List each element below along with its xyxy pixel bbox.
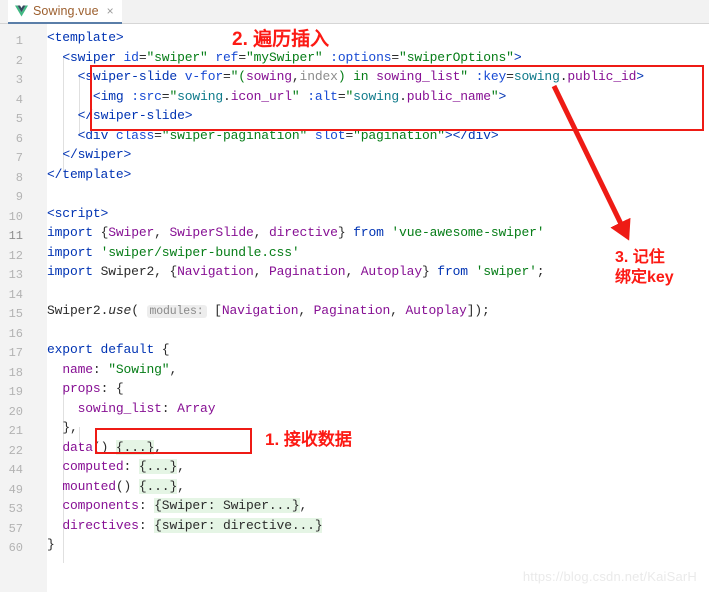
line-number: 15 <box>8 307 23 321</box>
annotation-1-label: 1. 接收数据 <box>265 430 352 449</box>
line-number: 13 <box>8 268 23 282</box>
line-number: 7 <box>15 151 23 165</box>
code-line-7: </swiper> <box>62 147 132 162</box>
editor-tab-bar: Sowing.vue × <box>0 0 709 24</box>
code-line-13: import Swiper2, {Navigation, Pagination,… <box>47 264 545 279</box>
code-line-3: <swiper-slide v-for="(sowing,index) in s… <box>77 69 644 84</box>
code-line-57: directives: {swiper: directive...} <box>62 517 323 533</box>
line-number: 12 <box>8 248 23 263</box>
line-number: 57 <box>8 521 23 536</box>
line-number: 10 <box>8 209 23 224</box>
tab-sowing-vue[interactable]: Sowing.vue × <box>8 0 122 24</box>
line-number: 16 <box>8 326 23 341</box>
vue-logo-icon <box>15 5 28 17</box>
code-line-17: export default { <box>47 342 170 357</box>
line-number: 3 <box>15 73 23 87</box>
line-number-current: 11 <box>8 229 23 243</box>
code-line-10: <script> <box>47 205 109 221</box>
code-line-21: }, <box>62 420 78 435</box>
annotation-2-label: 2. 遍历插入 <box>232 29 330 50</box>
line-number: 22 <box>8 443 23 458</box>
code-line-60: } <box>47 537 55 552</box>
code-line-49: mounted() {...}, <box>62 478 185 494</box>
code-line-8: </template> <box>47 166 132 182</box>
line-number: 53 <box>8 502 23 516</box>
code-line-20: sowing_list: Array <box>77 400 216 416</box>
line-number-gutter: 1 2 3 4 5 6 7 8 9 10 11 12 13 14 15 16 1… <box>0 24 28 592</box>
line-number: 6 <box>15 131 23 146</box>
code-line-12: import 'swiper/swiper-bundle.css' <box>47 244 300 260</box>
watermark-text: https://blog.csdn.net/KaiSarH <box>522 569 697 584</box>
close-icon[interactable]: × <box>107 5 114 17</box>
line-number: 5 <box>15 112 23 126</box>
inlay-hint-modules: modules: <box>146 305 207 318</box>
code-line-1: <template> <box>47 30 124 45</box>
code-line-6: <div class="swiper-pagination" slot="pag… <box>77 127 499 143</box>
code-line-4: <img :src="sowing.icon_url" :alt="sowing… <box>92 88 507 104</box>
line-number: 9 <box>15 190 23 204</box>
annotation-3-label: 3. 记住 绑定key <box>615 248 674 288</box>
line-number: 4 <box>15 92 23 107</box>
line-number: 18 <box>8 365 23 380</box>
line-number: 21 <box>8 424 23 438</box>
editor-body: 1 2 3 4 5 6 7 8 9 10 11 12 13 14 15 16 1… <box>0 24 709 592</box>
code-line-15: Swiper2.use( modules: [Navigation, Pagin… <box>47 303 490 318</box>
line-number: 1 <box>15 34 23 48</box>
annotation-3-line1: 3. 记住 <box>615 249 665 266</box>
code-line-18: name: "Sowing", <box>62 361 178 377</box>
code-line-19: props: { <box>62 381 124 396</box>
line-number: 2 <box>15 53 23 68</box>
line-number: 8 <box>15 170 23 185</box>
line-number: 49 <box>8 482 23 497</box>
line-number: 17 <box>8 346 23 360</box>
code-editor-window: Sowing.vue × 1 2 3 4 5 6 7 8 9 10 11 12 … <box>0 0 709 592</box>
code-line-11: import {Swiper, SwiperSlide, directive} … <box>47 225 545 240</box>
line-number: 60 <box>8 541 23 555</box>
annotation-3-line2: 绑定key <box>615 269 674 286</box>
line-number: 19 <box>8 385 23 399</box>
code-folding-strip <box>28 24 71 592</box>
line-number: 20 <box>8 404 23 419</box>
code-line-5: </swiper-slide> <box>77 108 193 123</box>
tab-label: Sowing.vue <box>33 4 99 18</box>
line-number: 44 <box>8 463 23 477</box>
code-line-44: computed: {...}, <box>62 459 185 474</box>
code-line-22: data() {...}, <box>62 439 162 455</box>
code-text-area[interactable]: <template> <swiper id="swiper" ref="mySw… <box>47 24 709 592</box>
line-number: 14 <box>8 287 23 302</box>
code-line-53: components: {Swiper: Swiper...}, <box>62 498 308 513</box>
